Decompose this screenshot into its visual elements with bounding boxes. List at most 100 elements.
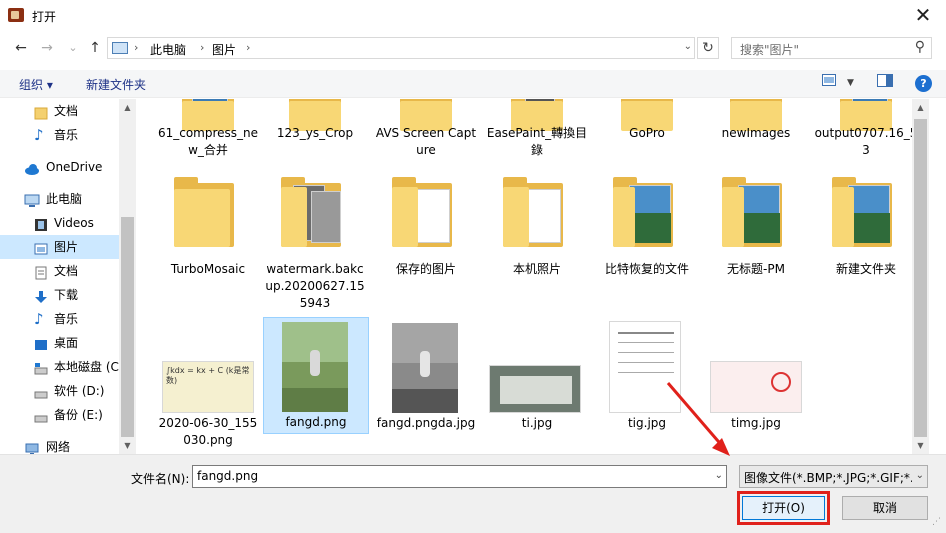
content-scrollbar[interactable]: ▲ ▼ [912,99,929,454]
file-name: watermark.bakcup.20200627.155943 [265,262,365,310]
folder-item[interactable]: newImages [704,99,808,165]
sidebar-item-label: 桌面 [54,336,79,350]
close-icon[interactable]: ✕ [900,0,946,32]
folder-icon [34,104,48,120]
folder-item[interactable]: EasePaint_轉換目錄 [485,99,589,165]
file-name: 2020-06-30_155030.png [158,416,258,447]
picture-icon [34,240,48,255]
image-file-item-selected[interactable]: fangd.png [263,317,369,434]
file-name: fangd.pngda.jpg [376,416,476,430]
scrollbar-thumb[interactable] [914,119,927,437]
folder-item[interactable]: 保存的图片 [374,171,478,311]
file-name: EasePaint_轉換目錄 [486,126,588,157]
sidebar-item-music[interactable]: ♪ 音乐 [0,123,120,147]
sidebar-scrollbar[interactable]: ▲ ▼ [119,99,136,454]
folder-icon [174,177,234,247]
sidebar-item-videos[interactable]: Videos [0,211,120,235]
sidebar-item-desktop[interactable]: 桌面 [0,331,120,355]
forward-arrow-icon[interactable]: → [36,38,58,58]
folder-item[interactable]: 123_ys_Crop [263,99,367,165]
help-icon[interactable]: ? [915,75,932,92]
folder-item[interactable]: 无标题-PM [704,171,808,311]
breadcrumb-pictures[interactable]: 图片 [212,41,236,58]
file-name: ti.jpg [521,416,553,430]
image-file-item[interactable]: timg.jpg [704,319,808,449]
refresh-icon[interactable]: ↻ [697,37,719,59]
folder-item[interactable]: watermark.bakcup.20200627.155943 [263,171,367,311]
resize-grip-icon[interactable]: ⋰ [932,518,944,531]
folder-item[interactable]: 比特恢复的文件 [595,171,699,311]
folder-icon [392,177,452,247]
preview-pane-icon[interactable] [877,74,893,91]
folder-icon [832,177,892,247]
chevron-down-icon[interactable]: ⌄ [715,470,723,481]
scrollbar-thumb[interactable] [121,217,134,437]
image-thumbnail [489,365,581,413]
scroll-up-icon[interactable]: ▲ [119,99,136,116]
sidebar-item-music-2[interactable]: ♪ 音乐 [0,307,120,331]
sidebar-item-drive-e[interactable]: 备份 (E:) [0,403,120,427]
chevron-right-icon[interactable]: › [200,41,204,54]
file-name: newImages [721,126,791,140]
file-name: tig.jpg [627,416,667,430]
folder-item[interactable]: 本机照片 [485,171,589,311]
file-name: 比特恢复的文件 [604,262,689,276]
chevron-down-icon[interactable]: ⌄ [916,470,924,481]
address-dropdown-icon[interactable]: ⌄ [684,41,692,52]
view-dropdown-icon[interactable]: ▼ [847,78,854,88]
image-file-item[interactable]: tig.jpg [595,319,699,449]
document-icon [34,264,48,280]
scroll-down-icon[interactable]: ▼ [119,437,136,454]
sidebar-item-label: 备份 (E:) [54,408,103,422]
folder-item[interactable]: AVS Screen Capture [374,99,478,165]
search-input[interactable]: 搜索"图片" [740,41,799,58]
music-note-icon: ♪ [34,310,44,328]
chevron-right-icon[interactable]: › [246,41,250,54]
view-options-icon[interactable] [822,74,836,90]
sidebar-item-label: 音乐 [54,312,79,326]
address-bar[interactable]: › 此电脑 › 图片 › ⌄ [107,37,695,59]
up-arrow-icon[interactable]: ↑ [84,38,106,58]
sidebar-item-label: Videos [54,216,94,230]
sidebar-item-documents[interactable]: 文档 [0,99,120,123]
filename-field[interactable]: fangd.png ⌄ [192,465,727,488]
cancel-button[interactable]: 取消 [842,496,928,520]
file-type-select[interactable]: 图像文件(*.BMP;*.JPG;*.GIF;*.PNG) ⌄ [739,465,928,488]
download-arrow-icon [34,288,48,303]
sidebar-item-label: 本地磁盘 (C [54,360,119,374]
sidebar-item-this-pc[interactable]: 此电脑 [0,187,120,211]
folder-icon [613,177,673,247]
sidebar-item-downloads[interactable]: 下载 [0,283,120,307]
new-folder-button[interactable]: 新建文件夹 [86,76,146,93]
image-file-item[interactable]: ∫kdx = kx + C (k是常数) 2020-06-30_155030.p… [156,319,260,449]
organize-button[interactable]: 组织 ▾ [19,76,53,93]
breadcrumb-this-pc[interactable]: 此电脑 [150,41,186,58]
file-name: output0707.16_53 [814,126,918,157]
drive-icon [34,384,48,399]
music-note-icon: ♪ [34,126,44,144]
sidebar-item-pictures[interactable]: 图片 [0,235,120,259]
sidebar-item-onedrive[interactable]: OneDrive [0,155,120,179]
app-icon [8,8,24,22]
back-arrow-icon[interactable]: ← [10,38,32,58]
window-title: 打开 [32,10,57,24]
sidebar-item-label: 文档 [54,264,79,278]
scroll-up-icon[interactable]: ▲ [912,99,929,116]
folder-item[interactable]: GoPro [595,99,699,165]
sidebar-item-documents-2[interactable]: 文档 [0,259,120,283]
folder-item[interactable]: 新建文件夹 [814,171,918,311]
image-file-item[interactable]: ti.jpg [485,319,589,449]
sidebar-item-drive-c[interactable]: 本地磁盘 (C [0,355,120,379]
filename-value[interactable]: fangd.png [197,469,258,483]
highlight-box [737,491,830,525]
folder-item[interactable]: 61_compress_new_合并 [156,99,260,165]
folder-item[interactable]: output0707.16_53 [814,99,918,165]
search-box[interactable]: 搜索"图片" ⚲ [731,37,932,59]
sidebar-item-drive-d[interactable]: 软件 (D:) [0,379,120,403]
image-file-item[interactable]: fangd.pngda.jpg [374,319,478,449]
chevron-right-icon[interactable]: › [134,41,138,54]
recent-locations-chevron-icon[interactable]: ⌄ [62,38,84,58]
scroll-down-icon[interactable]: ▼ [912,437,929,454]
folder-item[interactable]: TurboMosaic [156,171,260,311]
folder-icon [503,177,563,247]
